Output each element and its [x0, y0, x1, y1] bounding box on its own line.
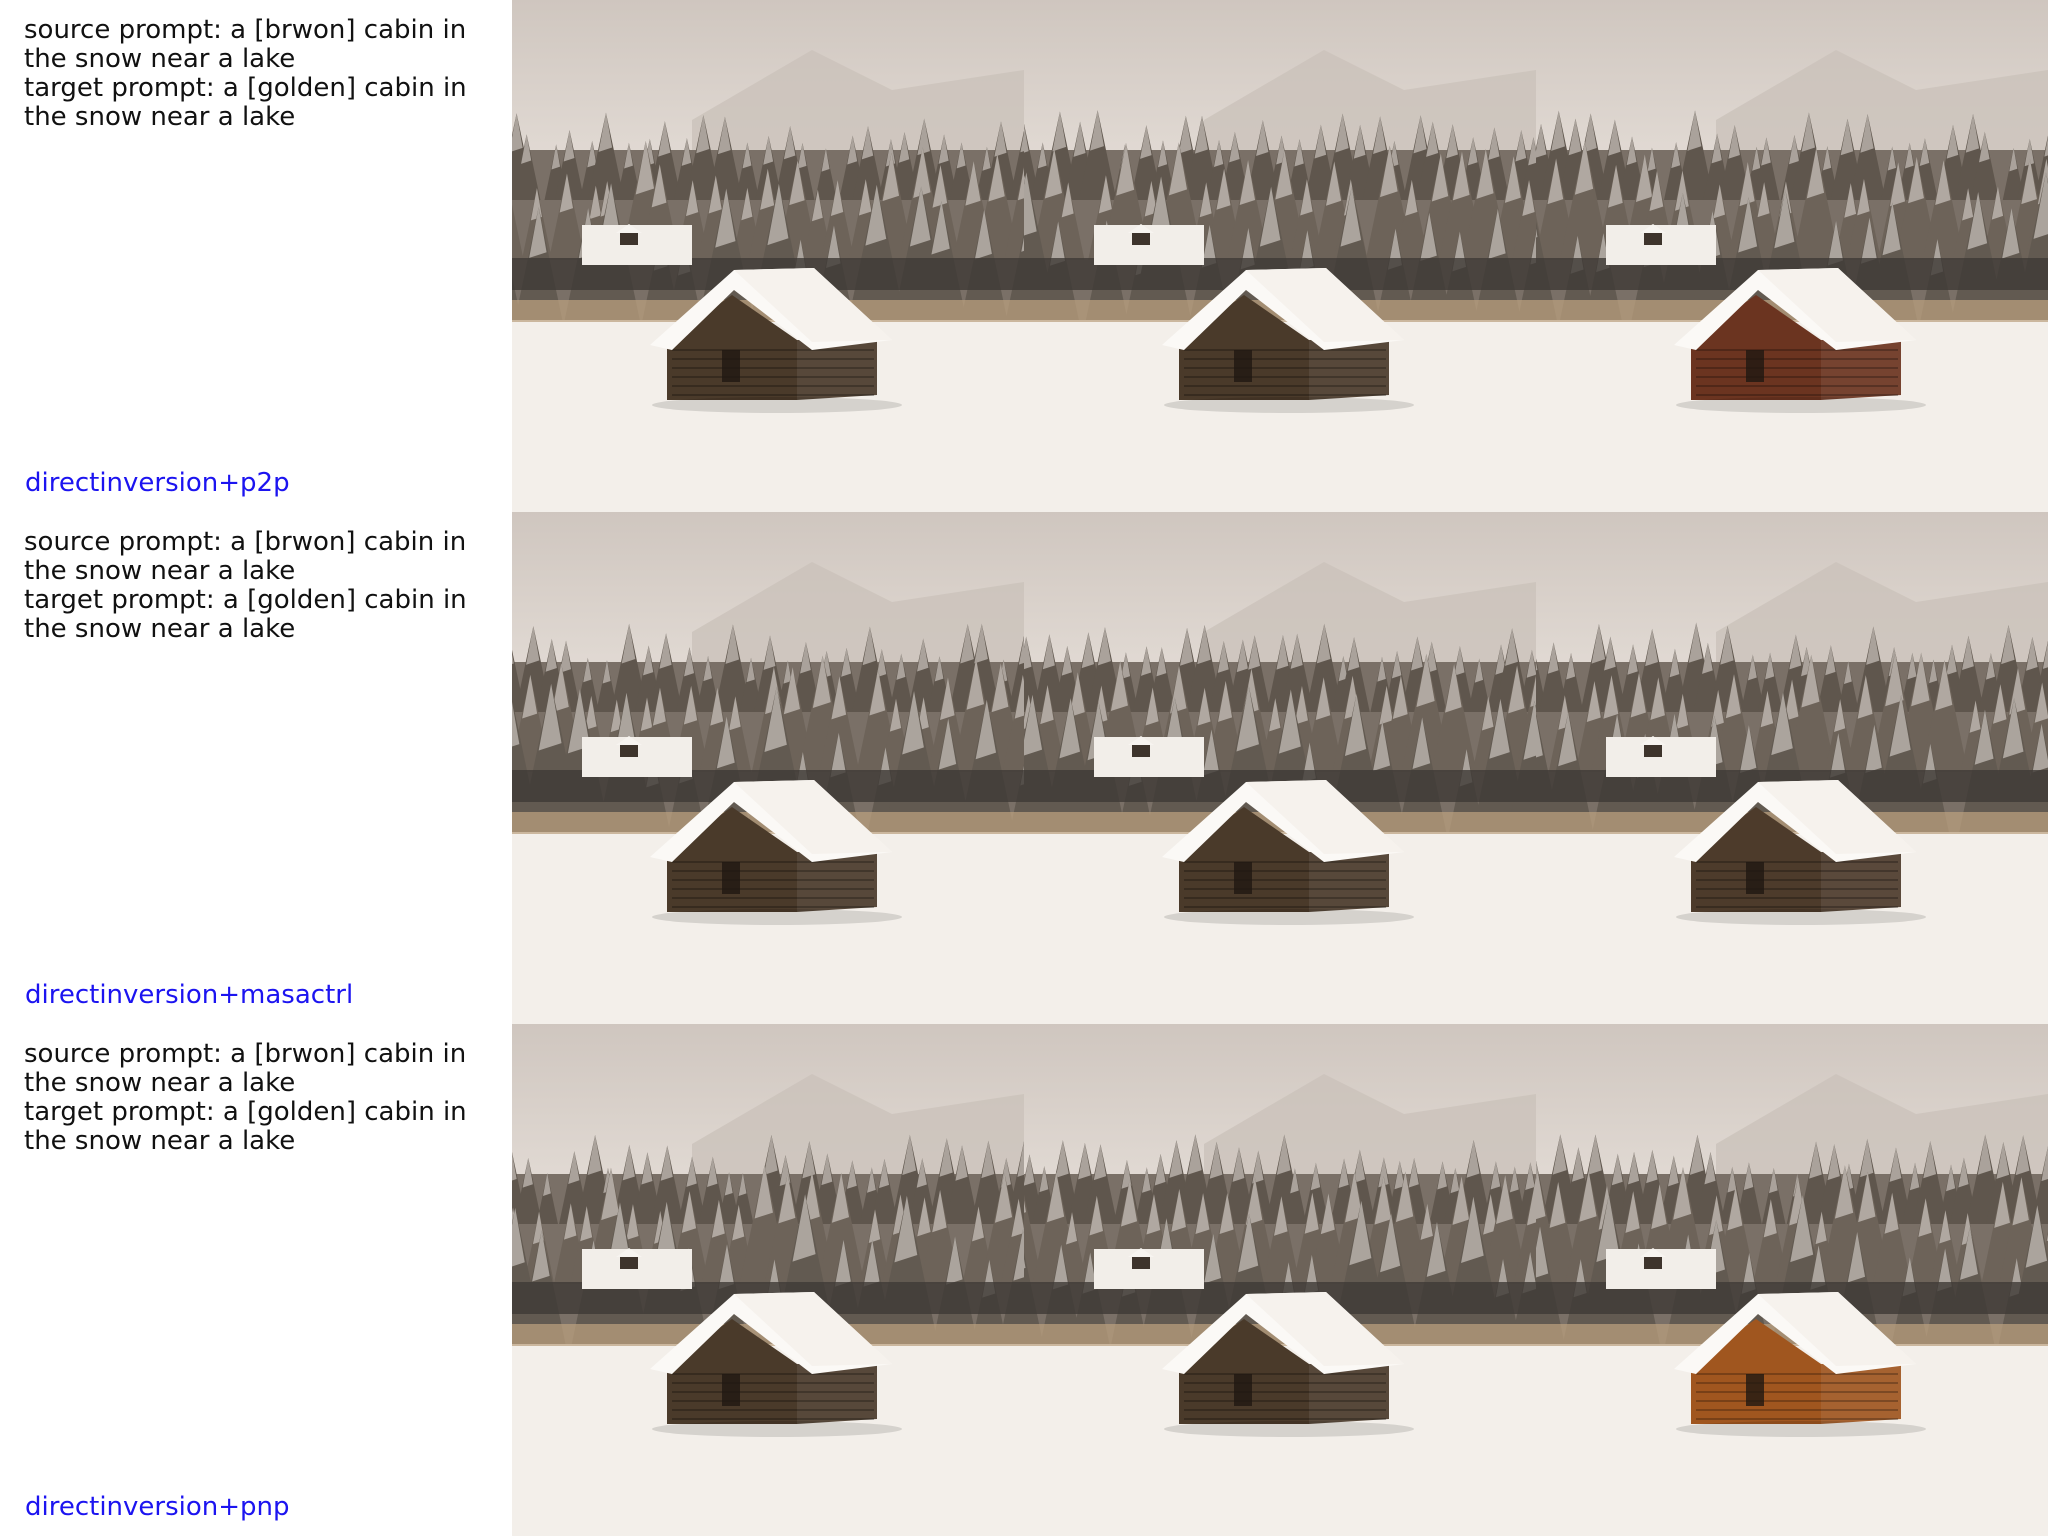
snow-cabin-scene: [1536, 0, 2048, 512]
target-prompt: target prompt: a [golden] cabin in the s…: [24, 73, 467, 132]
method-label: directinversion+masactrl: [25, 980, 354, 1010]
prompt-block: source prompt: a [brwon] cabin in the sn…: [24, 1040, 504, 1156]
prompt-block: source prompt: a [brwon] cabin in the sn…: [24, 528, 504, 644]
comparison-grid: source prompt: a [brwon] cabin in the sn…: [0, 0, 2048, 1536]
source-prompt: source prompt: a [brwon] cabin in the sn…: [24, 1039, 467, 1098]
result-image: [1024, 512, 1536, 1024]
method-label: directinversion+p2p: [25, 468, 290, 498]
snow-cabin-scene: [512, 0, 1024, 512]
row-label-cell: source prompt: a [brwon] cabin in the sn…: [0, 1024, 512, 1536]
method-label: directinversion+pnp: [25, 1492, 290, 1522]
snow-cabin-scene: [512, 512, 1024, 1024]
snow-cabin-scene: [512, 1024, 1024, 1536]
result-image: [512, 512, 1024, 1024]
result-image: [1024, 1024, 1536, 1536]
target-prompt: target prompt: a [golden] cabin in the s…: [24, 585, 467, 644]
target-prompt: target prompt: a [golden] cabin in the s…: [24, 1097, 467, 1156]
result-image: [1536, 512, 2048, 1024]
result-image: [1024, 0, 1536, 512]
snow-cabin-scene: [1024, 1024, 1536, 1536]
snow-cabin-scene: [1024, 512, 1536, 1024]
result-image: [512, 0, 1024, 512]
source-prompt: source prompt: a [brwon] cabin in the sn…: [24, 527, 467, 586]
source-prompt: source prompt: a [brwon] cabin in the sn…: [24, 15, 467, 74]
snow-cabin-scene: [1536, 1024, 2048, 1536]
prompt-block: source prompt: a [brwon] cabin in the sn…: [24, 16, 504, 132]
row-label-cell: source prompt: a [brwon] cabin in the sn…: [0, 512, 512, 1024]
result-image: [1536, 1024, 2048, 1536]
snow-cabin-scene: [1536, 512, 2048, 1024]
result-image: [512, 1024, 1024, 1536]
snow-cabin-scene: [1024, 0, 1536, 512]
result-image: [1536, 0, 2048, 512]
row-label-cell: source prompt: a [brwon] cabin in the sn…: [0, 0, 512, 512]
